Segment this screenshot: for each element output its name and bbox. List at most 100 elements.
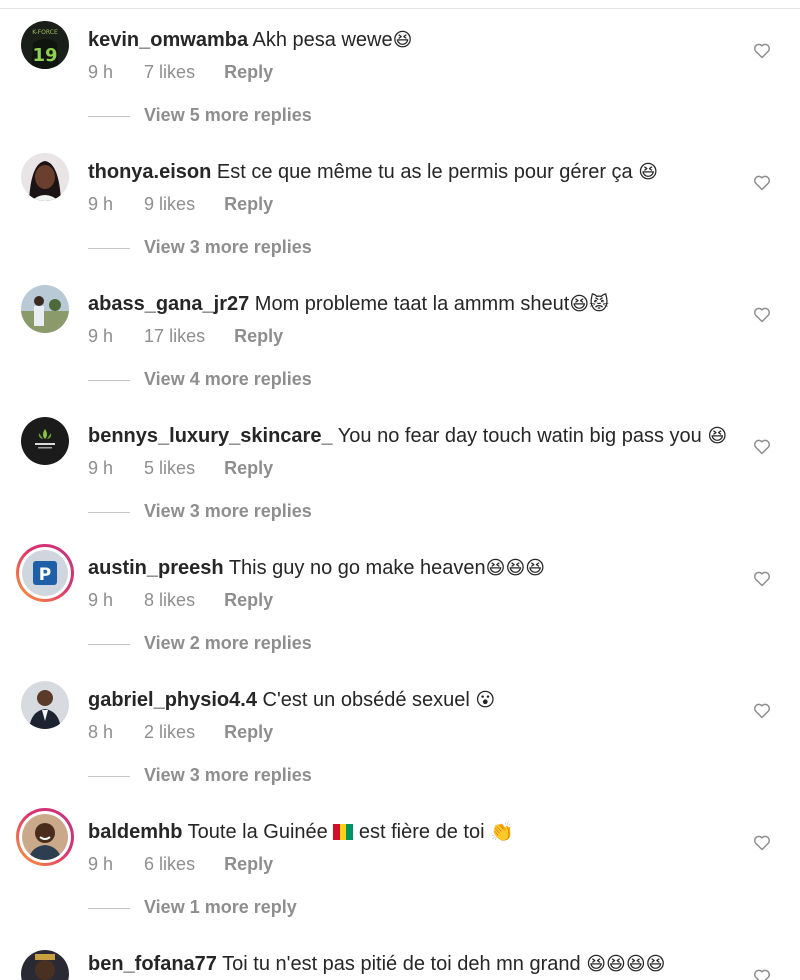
- comment-username[interactable]: abass_gana_jr27: [88, 293, 249, 315]
- like-heart-icon[interactable]: [752, 832, 772, 852]
- reply-button[interactable]: Reply: [224, 194, 273, 214]
- replies-divider: [88, 775, 130, 777]
- comment-username[interactable]: gabriel_physio4.4: [88, 689, 257, 711]
- comment-time: 9 h: [88, 458, 114, 478]
- comment-line: kevin_omwamba Akh pesa wewe😆: [88, 26, 412, 54]
- comment-meta: 9 h 5 likes Reply: [88, 458, 297, 478]
- comment-meta: 9 h 8 likes Reply: [88, 590, 297, 610]
- view-replies-label: View 3 more replies: [144, 765, 312, 785]
- like-heart-icon[interactable]: [752, 304, 772, 324]
- like-heart-icon[interactable]: [752, 568, 772, 588]
- comment-text: Est ce que même tu as le permis pour gér…: [216, 161, 633, 183]
- comment-item: bennys_luxury_skincare_ You no fear day …: [0, 396, 800, 528]
- comment-item: P austin_preesh This guy no go make heav…: [0, 528, 800, 660]
- comment-meta: 9 h 6 likes Reply: [88, 854, 297, 874]
- view-more-replies-button[interactable]: View 2 more replies: [88, 632, 312, 654]
- avatar[interactable]: K-FORCE 19: [21, 21, 69, 69]
- view-replies-label: View 5 more replies: [144, 105, 312, 125]
- comment-likes[interactable]: 8 likes: [144, 590, 195, 610]
- reply-button[interactable]: Reply: [224, 854, 273, 874]
- replies-divider: [88, 643, 130, 645]
- comment-username[interactable]: baldemhb: [88, 821, 182, 843]
- comment-line: abass_gana_jr27 Mom probleme taat la amm…: [88, 290, 609, 318]
- parking-p-avatar-icon: P: [22, 550, 68, 596]
- like-heart-icon[interactable]: [752, 40, 772, 60]
- avatar[interactable]: [21, 950, 69, 980]
- comment-username[interactable]: kevin_omwamba: [88, 29, 248, 51]
- guinea-flag-icon: [333, 824, 354, 840]
- comment-likes[interactable]: 6 likes: [144, 854, 195, 874]
- view-more-replies-button[interactable]: View 3 more replies: [88, 764, 312, 786]
- comment-text: Akh pesa wewe: [252, 29, 393, 51]
- comment-likes[interactable]: 17 likes: [144, 326, 205, 346]
- comment-time: 9 h: [88, 854, 114, 874]
- ring-gap: [19, 811, 71, 863]
- view-more-replies-button[interactable]: View 5 more replies: [88, 104, 312, 126]
- comment-meta: 8 h 2 likes Reply: [88, 722, 297, 742]
- comment-time: 8 h: [88, 722, 114, 742]
- comment-text: Mom probleme taat la ammm sheut: [254, 293, 570, 315]
- like-heart-icon[interactable]: [752, 700, 772, 720]
- like-heart-icon[interactable]: [752, 966, 772, 980]
- replies-divider: [88, 907, 130, 909]
- comment-username[interactable]: ben_fofana77: [88, 953, 217, 975]
- replies-divider: [88, 115, 130, 117]
- svg-text:P: P: [39, 565, 51, 585]
- view-more-replies-button[interactable]: View 1 more reply: [88, 896, 297, 918]
- avatar[interactable]: [21, 681, 69, 729]
- comment-time: 9 h: [88, 62, 114, 82]
- comment-text-continued: est fière de toi: [358, 821, 485, 843]
- avatar-story-ring[interactable]: P: [16, 544, 74, 602]
- comment-item: thonya.eison Est ce que même tu as le pe…: [0, 132, 800, 264]
- view-more-replies-button[interactable]: View 3 more replies: [88, 236, 312, 258]
- view-more-replies-button[interactable]: View 3 more replies: [88, 500, 312, 522]
- smiling-man-avatar-icon: [22, 814, 68, 860]
- view-more-replies-button[interactable]: View 4 more replies: [88, 368, 312, 390]
- view-replies-label: View 3 more replies: [144, 237, 312, 257]
- reply-button[interactable]: Reply: [224, 62, 273, 82]
- like-heart-icon[interactable]: [752, 436, 772, 456]
- comment-likes[interactable]: 5 likes: [144, 458, 195, 478]
- comment-emoji: 😆😆😆😆: [586, 953, 666, 975]
- avatar: P: [22, 550, 68, 596]
- reply-button[interactable]: Reply: [224, 722, 273, 742]
- replies-divider: [88, 379, 130, 381]
- comment-likes[interactable]: 2 likes: [144, 722, 195, 742]
- avatar[interactable]: [21, 417, 69, 465]
- avatar-story-ring[interactable]: [16, 808, 74, 866]
- comment-emoji: 😆: [392, 29, 413, 51]
- comment-meta: 9 h 9 likes Reply: [88, 194, 297, 214]
- like-heart-icon[interactable]: [752, 172, 772, 192]
- comment-item: abass_gana_jr27 Mom probleme taat la amm…: [0, 264, 800, 396]
- replies-divider: [88, 247, 130, 249]
- comment-line: gabriel_physio4.4 C'est un obsédé sexuel…: [88, 686, 495, 714]
- comment-likes[interactable]: 7 likes: [144, 62, 195, 82]
- comment-time: 9 h: [88, 590, 114, 610]
- avatar[interactable]: [21, 285, 69, 333]
- comment-line: thonya.eison Est ce que même tu as le pe…: [88, 158, 658, 186]
- comment-username[interactable]: bennys_luxury_skincare_: [88, 425, 333, 447]
- comment-emoji: 😆😆😆: [485, 557, 546, 579]
- comment-item: ben_fofana77 Toi tu n'est pas pitié de t…: [0, 924, 800, 980]
- comment-text: You no fear day touch watin big pass you: [337, 425, 702, 447]
- comment-text: C'est un obsédé sexuel: [262, 689, 470, 711]
- view-replies-label: View 4 more replies: [144, 369, 312, 389]
- jersey-19-avatar-icon: K-FORCE 19: [21, 21, 69, 69]
- reply-button[interactable]: Reply: [234, 326, 283, 346]
- ring-gap: P: [19, 547, 71, 599]
- comment-emoji: 😆: [707, 425, 728, 447]
- avatar: [22, 814, 68, 860]
- comment-likes[interactable]: 9 likes: [144, 194, 195, 214]
- reply-button[interactable]: Reply: [224, 590, 273, 610]
- svg-text:19: 19: [32, 45, 57, 66]
- comment-emoji: 😮: [475, 689, 496, 711]
- comment-time: 9 h: [88, 326, 114, 346]
- comment-meta: 9 h 17 likes Reply: [88, 326, 307, 346]
- woman-portrait-avatar-icon: [21, 153, 69, 201]
- comment-text: Toi tu n'est pas pitié de toi deh mn gra…: [222, 953, 581, 975]
- outdoor-person-avatar-icon: [21, 285, 69, 333]
- reply-button[interactable]: Reply: [224, 458, 273, 478]
- comment-username[interactable]: thonya.eison: [88, 161, 211, 183]
- comment-username[interactable]: austin_preesh: [88, 557, 224, 579]
- avatar[interactable]: [21, 153, 69, 201]
